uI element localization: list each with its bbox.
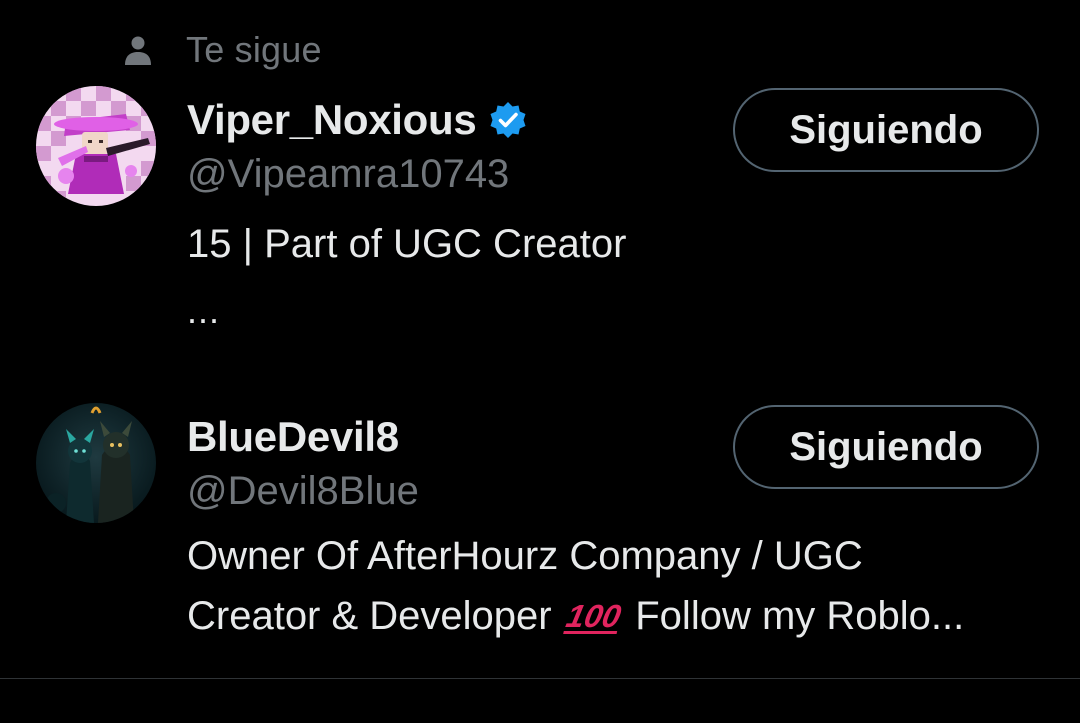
bio-line: Owner Of AfterHourz Company / UGC	[187, 534, 863, 578]
person-icon	[124, 33, 152, 67]
following-button[interactable]: Siguiendo	[733, 88, 1039, 172]
bio-truncation: ...	[187, 290, 221, 331]
bio: 15 | Part of UGC Creator	[187, 222, 627, 266]
display-name[interactable]: BlueDevil8	[187, 413, 399, 461]
bio-text: Follow my Roblo...	[635, 594, 965, 638]
follows-you-label: Te sigue	[186, 29, 322, 70]
display-name[interactable]: Viper_Noxious	[187, 96, 477, 144]
verified-badge-icon[interactable]	[488, 100, 528, 140]
avatar[interactable]	[36, 86, 156, 206]
handle[interactable]: @Devil8Blue	[187, 469, 419, 514]
handle[interactable]: @Vipeamra10743	[187, 152, 509, 197]
divider	[0, 678, 1080, 679]
follows-you-indicator: Te sigue	[124, 28, 322, 72]
hundred-points-emoji-icon: 100	[562, 598, 624, 634]
following-button[interactable]: Siguiendo	[733, 405, 1039, 489]
name-row: BlueDevil8	[187, 413, 399, 461]
avatar[interactable]	[36, 403, 156, 523]
bio-line: Creator & Developer 100 Follow my Roblo.…	[187, 586, 1067, 646]
bio: Owner Of AfterHourz Company / UGC Creato…	[187, 526, 1067, 646]
follower-list: Te sigue Viper_Noxious @Vipeamra10743 15…	[0, 0, 1080, 723]
bio-text: Creator & Developer	[187, 594, 552, 638]
name-row: Viper_Noxious	[187, 96, 528, 144]
